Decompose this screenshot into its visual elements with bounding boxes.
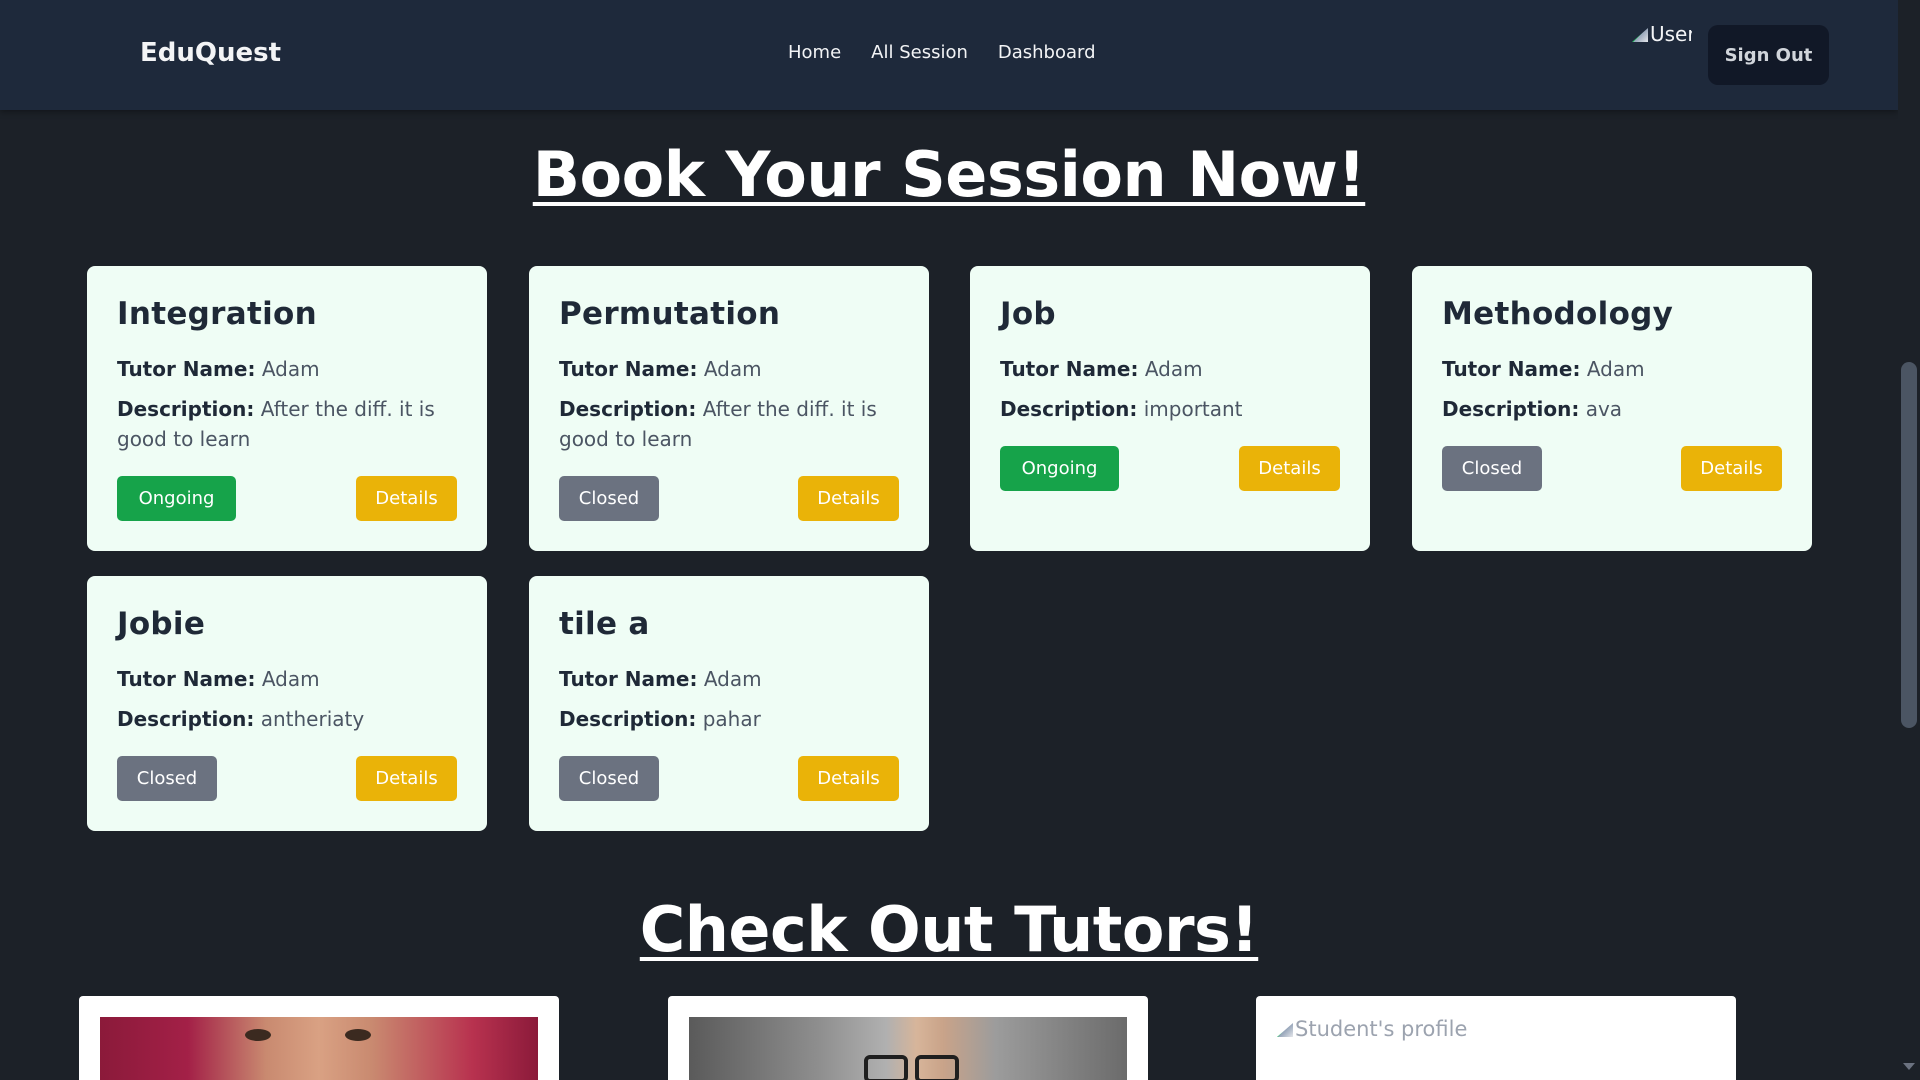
description-value: pahar <box>702 707 761 731</box>
tutor-name-label: Tutor Name: <box>559 357 698 381</box>
tutor-name-label: Tutor Name: <box>559 667 698 691</box>
photo-glasses <box>915 1055 959 1080</box>
description-label: Description: <box>1442 397 1580 421</box>
session-card: Permutation Tutor Name: Adam Description… <box>529 266 929 551</box>
session-description: Description: ava <box>1442 394 1782 424</box>
navbar: EduQuest Home All Session Dashboard User… <box>0 0 1898 110</box>
description-label: Description: <box>1000 397 1138 421</box>
session-tutor: Tutor Name: Adam <box>117 354 457 384</box>
session-title: tile a <box>559 606 650 642</box>
photo-glasses <box>864 1055 908 1080</box>
description-label: Description: <box>559 707 697 731</box>
session-description: Description: After the diff. it is good … <box>117 394 457 454</box>
session-tutor: Tutor Name: Adam <box>559 354 899 384</box>
status-button[interactable]: Closed <box>1442 446 1542 491</box>
session-card: Jobie Tutor Name: Adam Description: anth… <box>87 576 487 831</box>
status-button[interactable]: Closed <box>559 476 659 521</box>
tutor-name-label: Tutor Name: <box>117 357 256 381</box>
description-label: Description: <box>559 397 697 421</box>
status-button[interactable]: Ongoing <box>1000 446 1119 491</box>
tutor-name-label: Tutor Name: <box>1000 357 1139 381</box>
card-actions: Ongoing Details <box>1000 446 1340 491</box>
user-avatar-alt: User <box>1650 22 1692 46</box>
card-actions: Closed Details <box>559 476 899 521</box>
description-value: ava <box>1585 397 1623 421</box>
brand-logo[interactable]: EduQuest <box>140 38 281 68</box>
tutor-photo <box>100 1017 538 1080</box>
tutor-name-value: Adam <box>261 667 320 691</box>
broken-image-icon <box>1632 28 1648 42</box>
tutor-name-value: Adam <box>1586 357 1645 381</box>
tutor-name-label: Tutor Name: <box>1442 357 1581 381</box>
tutor-name-value: Adam <box>1144 357 1203 381</box>
session-card: Integration Tutor Name: Adam Description… <box>87 266 487 551</box>
student-profile-alt: Student's profile <box>1295 1017 1468 1041</box>
session-tutor: Tutor Name: Adam <box>1442 354 1782 384</box>
tutor-name-label: Tutor Name: <box>117 667 256 691</box>
nav-dashboard-link[interactable]: Dashboard <box>998 42 1096 63</box>
session-title: Jobie <box>117 606 206 642</box>
scrollbar-thumb[interactable] <box>1901 362 1917 728</box>
nav-all-session-link[interactable]: All Session <box>871 42 968 63</box>
session-card: Methodology Tutor Name: Adam Description… <box>1412 266 1812 551</box>
status-button[interactable]: Closed <box>117 756 217 801</box>
session-title: Permutation <box>559 296 781 332</box>
card-actions: Closed Details <box>559 756 899 801</box>
book-session-heading: Book Your Session Now! <box>532 138 1366 211</box>
tutor-name-value: Adam <box>703 667 762 691</box>
details-button[interactable]: Details <box>356 476 457 521</box>
student-profile-image: Student's profile <box>1277 1017 1467 1041</box>
broken-image-icon <box>1277 1023 1293 1037</box>
photo-eye <box>245 1029 271 1041</box>
check-tutors-heading: Check Out Tutors! <box>639 893 1259 966</box>
session-description: Description: antheriaty <box>117 704 457 734</box>
session-card: Job Tutor Name: Adam Description: import… <box>970 266 1370 551</box>
details-button[interactable]: Details <box>1681 446 1782 491</box>
details-button[interactable]: Details <box>1239 446 1340 491</box>
description-label: Description: <box>117 707 255 731</box>
session-tutor: Tutor Name: Adam <box>559 664 899 694</box>
description-label: Description: <box>117 397 255 421</box>
session-tutor: Tutor Name: Adam <box>117 664 457 694</box>
details-button[interactable]: Details <box>798 476 899 521</box>
session-title: Job <box>1000 296 1056 332</box>
status-button[interactable]: Closed <box>559 756 659 801</box>
photo-eye <box>345 1029 371 1041</box>
nav-links: Home All Session Dashboard <box>788 42 1096 63</box>
details-button[interactable]: Details <box>356 756 457 801</box>
tutor-card[interactable] <box>668 996 1148 1080</box>
nav-home-link[interactable]: Home <box>788 42 841 63</box>
session-description: Description: After the diff. it is good … <box>559 394 899 454</box>
tutor-name-value: Adam <box>261 357 320 381</box>
session-tutor: Tutor Name: Adam <box>1000 354 1340 384</box>
tutor-card[interactable]: Student's profile <box>1256 996 1736 1080</box>
card-actions: Closed Details <box>1442 446 1782 491</box>
status-button[interactable]: Ongoing <box>117 476 236 521</box>
session-description: Description: pahar <box>559 704 899 734</box>
tutor-card[interactable] <box>79 996 559 1080</box>
details-button[interactable]: Details <box>798 756 899 801</box>
session-card: tile a Tutor Name: Adam Description: pah… <box>529 576 929 831</box>
tutor-name-value: Adam <box>703 357 762 381</box>
card-actions: Ongoing Details <box>117 476 457 521</box>
session-description: Description: important <box>1000 394 1340 424</box>
description-value: important <box>1143 397 1243 421</box>
description-value: antheriaty <box>260 707 365 731</box>
card-actions: Closed Details <box>117 756 457 801</box>
session-title: Methodology <box>1442 296 1674 332</box>
user-avatar[interactable]: User <box>1632 22 1692 48</box>
sign-out-button[interactable]: Sign Out <box>1708 25 1829 85</box>
scroll-down-arrow-icon[interactable] <box>1903 1063 1915 1070</box>
session-title: Integration <box>117 296 317 332</box>
page: EduQuest Home All Session Dashboard User… <box>0 0 1920 1080</box>
tutor-photo <box>689 1017 1127 1080</box>
